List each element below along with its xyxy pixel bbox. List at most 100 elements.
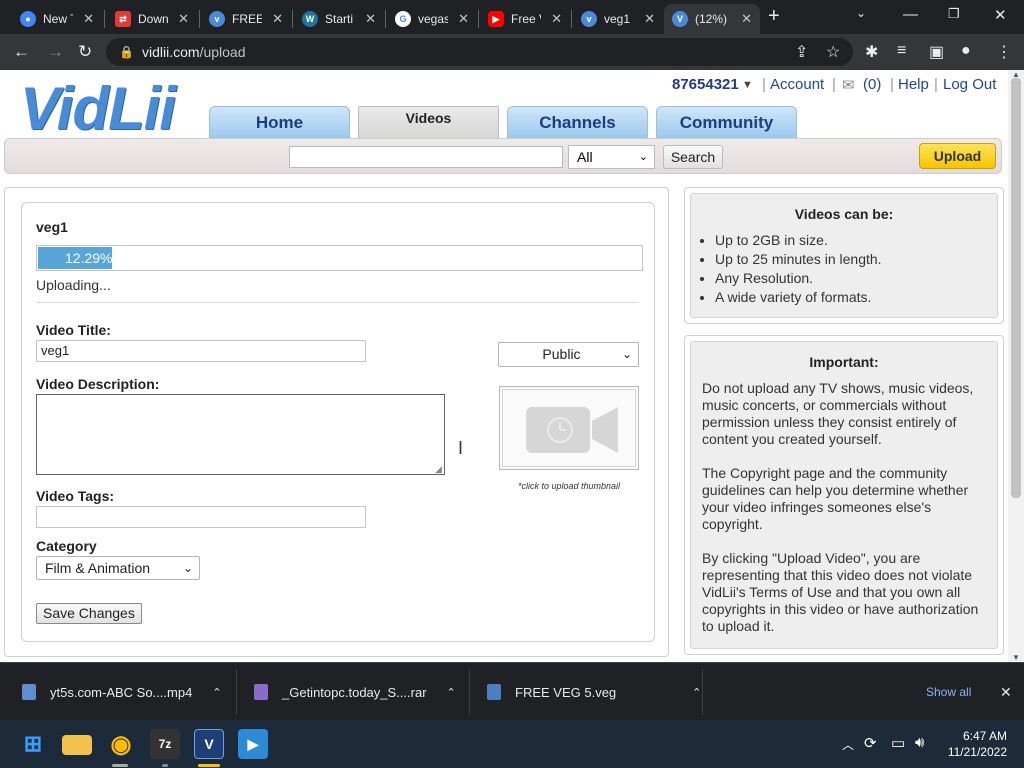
tab-3[interactable]: W Starti ✕ — [294, 4, 384, 34]
profile-icon[interactable]: ● — [961, 42, 971, 60]
privacy-select[interactable]: Public ⌄ — [498, 342, 639, 367]
help-link[interactable]: Help — [898, 76, 929, 93]
vidlii-logo[interactable]: VidLii — [20, 74, 176, 143]
show-all-button[interactable]: Show all — [926, 663, 971, 721]
address-bar: ← → ↻ 🔒 vidlii.com/upload ⇪ ☆ ✱ ≡ ▣ ● ⋮ — [0, 34, 1024, 70]
search-input[interactable] — [289, 146, 563, 168]
forward-icon[interactable]: → — [47, 43, 64, 60]
user-dropdown-icon[interactable]: ▼ — [742, 79, 753, 91]
resize-handle-icon[interactable]: ◢ — [435, 464, 442, 475]
downloads-bar: yt5s.com-ABC So....mp4 ⌃ _Getintopc.today… — [0, 662, 1024, 720]
tab-search-icon[interactable]: ⌄ — [856, 6, 866, 20]
upload-progress-bar: 12.29% — [36, 245, 643, 271]
extensions-icon[interactable]: ✱ — [865, 42, 878, 62]
chevron-up-icon[interactable]: ⌃ — [212, 686, 221, 699]
search-scope-select[interactable]: All ⌄ — [568, 145, 655, 169]
close-tab-icon[interactable]: ✕ — [83, 11, 94, 27]
close-window-icon[interactable]: ✕ — [994, 6, 1007, 24]
close-tab-icon[interactable]: ✕ — [458, 11, 469, 27]
close-tab-icon[interactable]: ✕ — [741, 11, 752, 27]
volume-icon[interactable]: 🔊︎ — [915, 734, 924, 751]
browser-tab-strip: ●New Tab✕ ⇄Down✕ vFREE✕ WStarti✕ Gvegas✕… — [0, 0, 1024, 34]
account-link[interactable]: Account — [770, 76, 824, 93]
youtube-icon: ▶ — [488, 11, 504, 27]
chrome-icon[interactable]: ◉ — [106, 729, 136, 759]
scroll-down-icon[interactable]: ▼ — [1012, 653, 1020, 662]
url-field[interactable]: 🔒 vidlii.com/upload — [106, 38, 853, 66]
back-icon[interactable]: ← — [13, 43, 30, 60]
sync-icon[interactable]: ⟳ — [864, 734, 877, 752]
share-icon[interactable]: ⇪ — [795, 42, 808, 62]
file-explorer-icon[interactable] — [62, 735, 92, 755]
tab-2[interactable]: v FREE ✕ — [201, 4, 291, 34]
download-item[interactable]: _Getintopc.today_S....rar ⌃ — [254, 663, 456, 721]
media-control-icon[interactable]: ≡ — [897, 42, 906, 60]
search-button[interactable]: Search — [663, 145, 723, 169]
tab-1[interactable]: ⇄ Down ✕ — [107, 4, 197, 34]
chevron-up-icon[interactable]: ⌃ — [447, 686, 456, 699]
tab-6[interactable]: v veg1 ✕ — [573, 4, 663, 34]
network-icon[interactable]: ▭ — [891, 734, 905, 752]
system-clock[interactable]: 6:47 AM 11/21/2022 — [948, 728, 1007, 760]
thumbnail-upload[interactable] — [499, 386, 639, 470]
download-item[interactable]: yt5s.com-ABC So....mp4 ⌃ — [22, 663, 222, 721]
nav-tab-community[interactable]: Community — [656, 106, 797, 139]
tray-chevron-icon[interactable]: ︿ — [842, 736, 854, 753]
notice-paragraph: The Copyright page and the community gui… — [702, 465, 969, 532]
inbox-icon[interactable]: ✉ — [842, 76, 855, 94]
vidlii-icon: v — [581, 11, 597, 27]
nav-tab-videos[interactable]: Videos — [358, 106, 499, 139]
video-camera-icon — [526, 407, 618, 453]
tab-7-active[interactable]: V (12%) ✕ — [664, 4, 760, 34]
category-label: Category — [36, 538, 97, 554]
close-tab-icon[interactable]: ✕ — [178, 11, 189, 27]
username-link[interactable]: 87654321 — [672, 76, 739, 93]
close-tab-icon[interactable]: ✕ — [644, 11, 655, 27]
page-scrollbar[interactable]: ▲ ▼ — [1008, 70, 1024, 662]
close-tab-icon[interactable]: ✕ — [551, 11, 562, 27]
save-changes-button[interactable]: Save Changes — [36, 603, 142, 624]
menu-kebab-icon[interactable]: ⋮ — [996, 42, 1012, 62]
video-player-icon[interactable]: ▶ — [238, 729, 268, 759]
nav-tab-channels[interactable]: Channels — [507, 106, 648, 139]
tab-0[interactable]: ●New Tab✕ — [12, 4, 102, 34]
vegas-icon[interactable]: V — [194, 729, 224, 759]
download-item[interactable]: FREE VEG 5.veg ⌃ — [487, 663, 701, 721]
video-tags-input[interactable] — [36, 506, 366, 528]
video-file-icon — [22, 684, 36, 700]
chevron-down-icon: ⌄ — [621, 347, 632, 361]
veg-file-icon — [487, 684, 501, 700]
chevron-up-icon[interactable]: ⌃ — [692, 686, 701, 699]
inbox-count[interactable]: (0) — [863, 76, 881, 93]
upload-button[interactable]: Upload — [919, 143, 996, 169]
nav-tab-home[interactable]: Home — [209, 106, 350, 139]
bookmark-star-icon[interactable]: ☆ — [826, 42, 840, 62]
notice-paragraph: Do not upload any TV shows, music videos… — [702, 380, 974, 447]
upload-filename: veg1 — [36, 219, 68, 235]
tab-5[interactable]: ▶Free V✕ — [480, 4, 570, 34]
minimize-icon[interactable]: — — [903, 6, 918, 23]
important-title: Important: — [809, 354, 879, 370]
close-tab-icon[interactable]: ✕ — [365, 11, 376, 27]
close-tab-icon[interactable]: ✕ — [272, 11, 283, 27]
video-description-textarea[interactable] — [36, 394, 445, 475]
scrollbar-thumb[interactable] — [1011, 78, 1021, 498]
logout-link[interactable]: Log Out — [943, 76, 996, 93]
close-downloads-icon[interactable]: ✕ — [1000, 663, 1012, 721]
video-description-label: Video Description: — [36, 376, 160, 392]
side-panel-icon[interactable]: ▣ — [929, 42, 944, 62]
video-title-input[interactable]: veg1 — [36, 340, 366, 362]
windows-start-icon[interactable]: ⊞ — [18, 729, 48, 759]
new-tab-icon[interactable]: + — [768, 5, 780, 28]
wordpress-icon: W — [302, 11, 318, 27]
reload-icon[interactable]: ↻ — [78, 43, 92, 60]
restore-icon[interactable]: ❐ — [948, 6, 960, 22]
tab-4[interactable]: Gvegas ✕ — [387, 4, 477, 34]
category-select[interactable]: Film & Animation ⌄ — [36, 556, 200, 580]
notice-paragraph: By clicking "Upload Video", you are repr… — [702, 550, 979, 634]
search-bar: All ⌄ Search Upload — [4, 138, 1002, 174]
archive-file-icon — [254, 684, 268, 700]
progress-percent: 12.29% — [65, 250, 113, 266]
7zip-icon[interactable]: 7z — [150, 729, 180, 759]
chevron-down-icon: ⌄ — [638, 151, 648, 163]
